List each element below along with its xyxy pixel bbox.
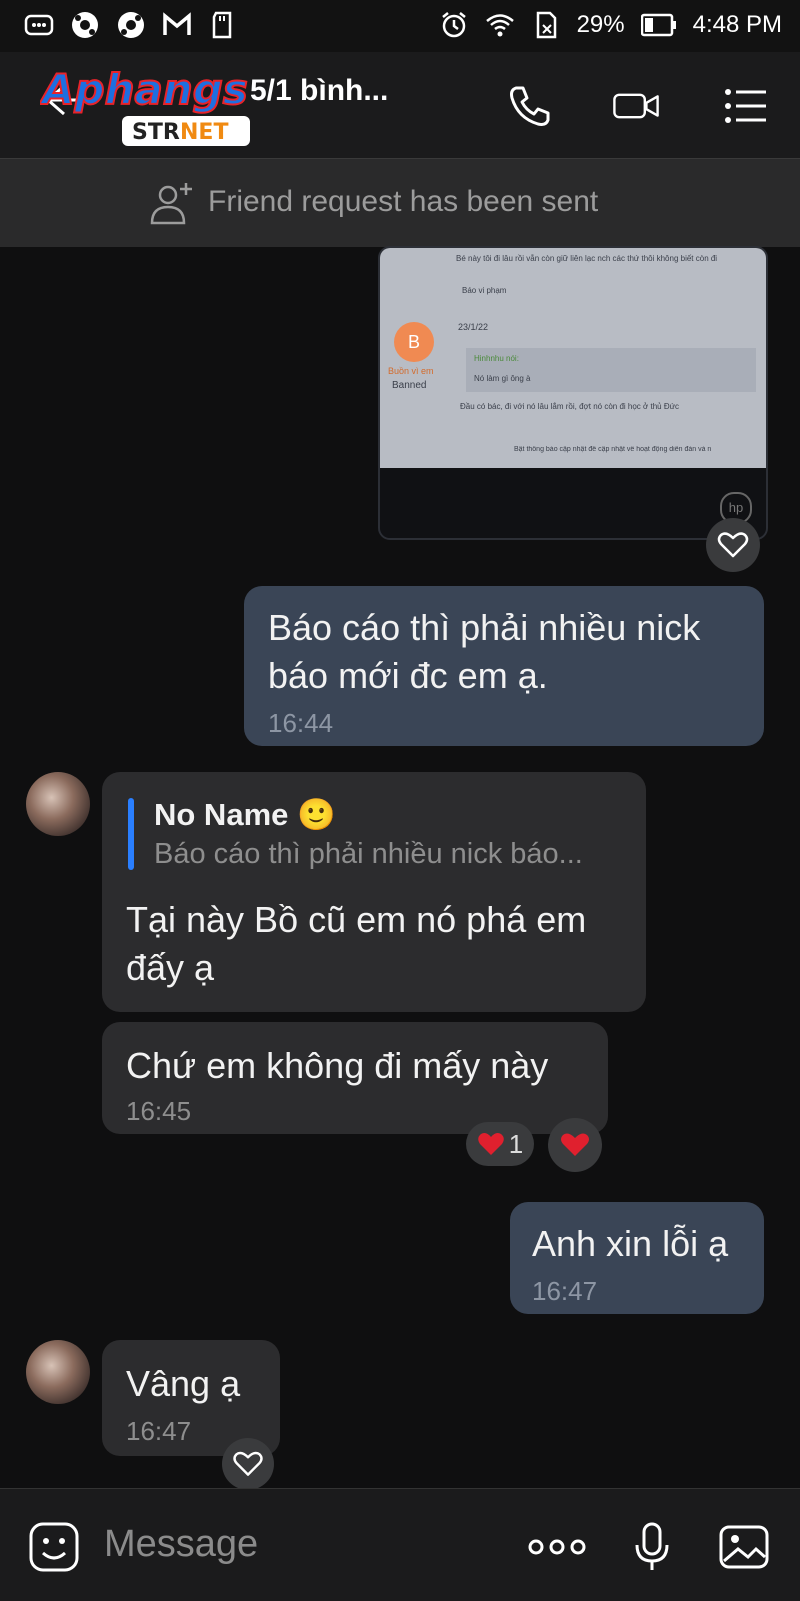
message-time: 16:47 — [532, 1276, 598, 1306]
sent-message[interactable]: Báo cáo thì phải nhiều nick báo mới đc e… — [244, 586, 764, 746]
image-gallery-icon[interactable] — [718, 1521, 770, 1573]
message-text: Báo cáo thì phải nhiều nick báo mới đc e… — [268, 607, 701, 696]
reaction-count-pill[interactable]: 1 — [466, 1122, 534, 1166]
alarm-icon — [441, 12, 466, 38]
reaction-count: 1 — [508, 1128, 524, 1159]
svg-text:NET: NET — [180, 120, 228, 145]
sent-message[interactable]: Anh xin lỗi ạ 16:47 — [510, 1202, 764, 1314]
banner-text: Friend request has been sent — [208, 185, 599, 218]
svg-text:Aphangs: Aphangs — [40, 65, 248, 114]
received-message[interactable]: No Name 🙂 Báo cáo thì phải nhiều nick bá… — [102, 772, 646, 1012]
battery-percent: 29% — [576, 11, 625, 38]
photo-date: 23/1/22 — [458, 322, 489, 332]
avatar[interactable] — [26, 772, 90, 836]
message-composer: Message — [0, 1488, 800, 1601]
received-message[interactable]: Chứ em không đi mấy này 16:45 — [102, 1022, 608, 1134]
app-notification-icon — [72, 12, 98, 38]
shared-photo[interactable]: Bé này tôi đi lâu rồi vẫn còn giữ liên l… — [378, 246, 768, 540]
quote-text: Báo cáo thì phải nhiều nick báo... — [154, 838, 583, 870]
battery-icon — [640, 13, 676, 37]
video-call-icon[interactable] — [612, 82, 660, 130]
photo-footer-text: Bật thông báo cập nhật để cập nhật về ho… — [514, 446, 712, 453]
message-time: 16:47 — [126, 1416, 192, 1446]
message-text: Chứ em không đi mấy này — [126, 1045, 549, 1086]
photo-user-status: Banned — [392, 380, 427, 391]
message-time: 16:44 — [268, 708, 334, 738]
watermark-logo: Aphangs STR NET — [38, 60, 270, 148]
microphone-icon[interactable] — [626, 1521, 678, 1573]
phone-call-icon[interactable] — [506, 82, 554, 130]
heart-outline-icon — [233, 1451, 263, 1476]
message-notification-icon — [24, 14, 54, 36]
photo-report-link: Báo vi phạm — [462, 286, 507, 295]
clock: 4:48 PM — [692, 11, 782, 38]
photo-quote-text: Nó làm gì ông à — [474, 374, 531, 383]
message-input[interactable]: Message — [104, 1523, 258, 1566]
heart-icon — [561, 1133, 589, 1156]
menu-icon[interactable] — [722, 82, 770, 130]
no-sim-icon — [536, 11, 556, 39]
react-heart-button[interactable] — [548, 1118, 602, 1172]
message-text: Vâng ạ — [126, 1363, 241, 1404]
photo-avatar-letter: B — [394, 322, 434, 362]
add-friend-icon — [150, 183, 192, 225]
avatar[interactable] — [26, 1340, 90, 1404]
message-time: 16:45 — [126, 1096, 192, 1126]
friend-request-banner: Friend request has been sent — [0, 158, 800, 247]
quote-author: No Name 🙂 — [154, 797, 336, 832]
photo-username: Buồn vì em — [388, 366, 434, 376]
app-notification-icon — [118, 12, 144, 38]
photo-screen: Bé này tôi đi lâu rồi vẫn còn giữ liên l… — [380, 248, 766, 468]
photo-text-line: Đầu có bác, đi với nó lâu lắm rồi, đợt n… — [460, 402, 679, 411]
message-text: Anh xin lỗi ạ — [532, 1223, 729, 1264]
photo-text-line: Bé này tôi đi lâu rồi vẫn còn giữ liên l… — [456, 254, 718, 263]
quote-bar — [128, 798, 134, 870]
message-text: Tại này Bồ cũ em nó phá em đấy ạ — [126, 899, 587, 988]
sd-card-icon — [212, 11, 232, 39]
react-heart-button[interactable] — [222, 1438, 274, 1490]
heart-icon — [477, 1133, 504, 1155]
react-heart-button[interactable] — [706, 518, 760, 572]
heart-outline-icon — [717, 532, 749, 558]
more-options-icon[interactable] — [526, 1521, 588, 1573]
gmail-icon — [163, 12, 191, 35]
svg-text:STR: STR — [132, 120, 180, 145]
chat-header: Aphangs STR NET 5/1 bình... — [0, 52, 800, 158]
photo-quote-name: Hinhnhu nói: — [474, 354, 519, 363]
chat-title[interactable]: 5/1 bình... — [250, 74, 388, 108]
emoji-sticker-icon[interactable] — [28, 1521, 80, 1573]
wifi-icon — [485, 14, 514, 37]
status-bar: 29% 4:48 PM — [0, 0, 800, 52]
